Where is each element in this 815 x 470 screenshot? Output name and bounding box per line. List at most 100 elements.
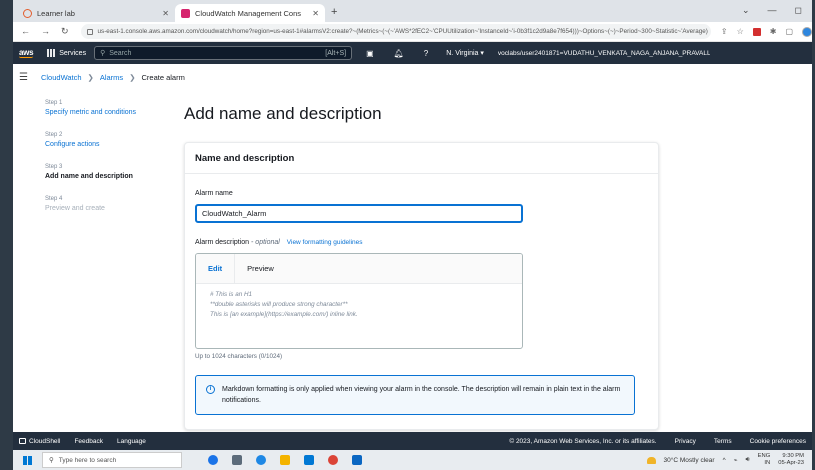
tab-edit[interactable]: Edit [196,254,236,284]
wizard-step-2: Step 2 Configure actions [45,132,155,150]
share-icon[interactable]: ⇪ [721,27,728,36]
minimize-icon[interactable]: — [768,5,777,16]
taskbar-app-icon[interactable] [352,455,362,465]
placeholder-line: This is [an example](https://example.com… [210,311,358,318]
learner-lab-favicon-icon [23,8,32,18]
url-input[interactable]: us-east-1.console.aws.amazon.com/cloudwa… [80,24,711,39]
new-tab-button[interactable]: + [331,6,337,18]
tab-title: CloudWatch Management Cons [195,8,302,18]
time-text: 9:30 PM [782,453,804,459]
tab-preview[interactable]: Preview [235,254,286,284]
breadcrumb-alarms[interactable]: Alarms [100,73,123,82]
feedback-link[interactable]: Feedback [74,438,103,445]
sidebar-icon[interactable]: ▢ [785,27,793,36]
wizard-step-3: Step 3 Add name and description [45,164,155,182]
back-icon[interactable]: ← [21,26,30,37]
store-icon[interactable] [304,455,314,465]
extensions-puzzle-icon[interactable]: ✱ [770,27,777,36]
network-icon[interactable]: ⌁ [734,456,738,464]
help-icon[interactable]: ? [424,49,428,58]
name-description-panel: Name and description Alarm name Alarm de… [184,142,659,430]
step-link-configure-actions[interactable]: Configure actions [45,140,155,150]
markdown-info-alert: i Markdown formatting is only applied wh… [195,375,635,415]
volume-icon[interactable]: 🔊︎ [746,456,750,464]
date-text: 05-Apr-23 [778,460,804,466]
system-tray: 30°C Mostly clear ^ ⌁ 🔊︎ ENG IN 9:30 PM … [646,453,804,467]
windows-taskbar: ⚲ Type here to search 30°C Mostly clear … [13,450,812,470]
step-number: Step 4 [45,196,63,202]
services-grid-icon [47,49,56,57]
language-indicator[interactable]: ENG IN [758,453,771,467]
aws-logo-text: aws [19,48,34,57]
tab-title: Learner lab [37,8,75,18]
step-number: Step 1 [45,100,63,106]
taskbar-search-placeholder: Type here to search [58,456,117,464]
region-selector[interactable]: N. Virginia ▾ [446,49,484,57]
desc-optional-text: - optional [249,239,280,246]
services-menu[interactable]: Services [47,49,86,57]
clock[interactable]: 9:30 PM 05-Apr-23 [778,453,804,467]
file-explorer-icon[interactable] [280,455,290,465]
aws-console-footer: CloudShell Feedback Language © 2023, Ama… [13,432,812,450]
chrome-icon[interactable] [328,455,338,465]
description-textarea[interactable]: # This is an H1 **double asterisks will … [196,284,522,326]
search-shortcut: [Alt+S] [325,49,347,57]
aws-search-input[interactable]: ⚲ Search [Alt+S] [94,46,353,60]
step-disabled-preview: Preview and create [45,205,105,212]
taskbar-apps [208,455,362,465]
alarm-name-label: Alarm name [195,190,233,197]
edge-browser-icon[interactable] [256,455,266,465]
reload-icon[interactable]: ↻ [61,26,69,37]
weather-icon [646,456,656,464]
task-view-icon[interactable] [232,455,242,465]
formatting-guidelines-link[interactable]: View formatting guidelines [287,239,363,246]
weather-text[interactable]: 30°C Mostly clear [664,457,715,464]
terms-link[interactable]: Terms [714,438,732,445]
cloudshell-icon[interactable]: ▣ [366,49,374,58]
services-label: Services [59,49,87,57]
forward-icon[interactable]: → [41,26,50,37]
placeholder-line: **double asterisks will produce strong c… [210,301,348,308]
breadcrumb-current: Create alarm [141,72,185,82]
close-tab-icon[interactable]: ✕ [162,9,169,18]
breadcrumb-cloudwatch[interactable]: CloudWatch [41,73,82,82]
maximize-icon[interactable]: ◻ [795,5,802,16]
search-icon: ⚲ [49,457,54,464]
chevron-right-icon: ❯ [87,72,94,82]
info-text: Markdown formatting is only applied when… [222,386,621,404]
browser-tab-learner-lab[interactable]: Learner lab ✕ [17,4,175,22]
lang-text: ENG [757,453,771,459]
step-link-specify-metric[interactable]: Specify metric and conditions [45,108,155,118]
close-tab-icon[interactable]: ✕ [312,9,319,18]
cookie-preferences-link[interactable]: Cookie preferences [750,438,806,445]
hamburger-menu-icon[interactable]: ☰ [19,72,28,83]
cloudwatch-favicon-icon [181,8,190,18]
cloudshell-label: CloudShell [29,437,61,445]
placeholder-line: # This is an H1 [210,291,252,298]
account-menu[interactable]: voclabs/user2401871=VUDATHU_VENKATA_NAGA… [498,50,710,57]
taskbar-app-icon[interactable] [208,455,218,465]
panel-divider [185,173,658,174]
step-number: Step 2 [45,132,63,138]
bookmark-star-icon[interactable]: ☆ [737,27,744,36]
chevron-right-icon: ❯ [129,72,136,82]
description-editor: Edit Preview # This is an H1 **double as… [195,253,523,349]
browser-tab-cloudwatch[interactable]: CloudWatch Management Cons ✕ [175,4,325,22]
lock-icon [86,28,93,35]
extension-icon[interactable] [752,27,761,36]
profile-avatar[interactable] [802,26,812,37]
aws-logo[interactable]: aws [19,48,34,58]
notifications-bell-icon[interactable]: 🔔︎ [394,49,404,58]
search-icon: ⚲ [100,50,106,57]
privacy-link[interactable]: Privacy [675,438,696,445]
cloudshell-button[interactable]: CloudShell [19,438,60,445]
windows-start-icon[interactable] [23,455,32,465]
tray-chevron-up-icon[interactable]: ^ [723,457,726,464]
alarm-name-input[interactable] [195,204,523,223]
page-title: Add name and description [184,104,382,123]
browser-window: Learner lab ✕ CloudWatch Management Cons… [13,0,812,450]
taskbar-search-input[interactable]: ⚲ Type here to search [42,452,182,468]
browser-address-bar: ← → ↻ us-east-1.console.aws.amazon.com/c… [13,22,812,42]
language-link[interactable]: Language [117,438,146,445]
tab-search-icon[interactable]: ⌄ [742,5,750,16]
